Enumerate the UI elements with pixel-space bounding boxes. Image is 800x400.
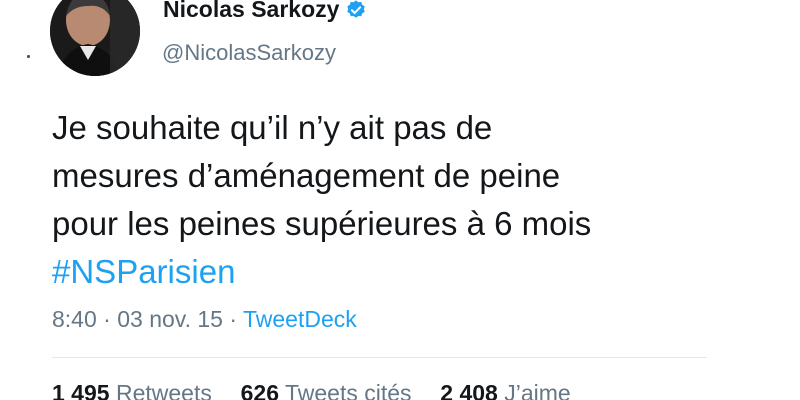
meta-separator: ·: [103, 306, 111, 332]
tweet-time[interactable]: 8:40: [52, 306, 97, 332]
likes-label: J’aime: [504, 380, 571, 400]
display-name[interactable]: Nicolas Sarkozy: [163, 0, 367, 23]
display-name-text: Nicolas Sarkozy: [163, 0, 340, 22]
retweets-count: 1 495: [52, 380, 110, 400]
likes-count: 2 408: [440, 380, 498, 400]
verified-badge-icon: [345, 0, 367, 21]
retweets-label: Retweets: [115, 380, 212, 400]
tweet-date[interactable]: 03 nov. 15: [117, 306, 223, 332]
avatar[interactable]: [50, 0, 140, 76]
image-artifact-dot: [27, 55, 30, 58]
retweets-stat[interactable]: 1 495 Retweets: [52, 380, 218, 400]
avatar-photo-icon: [50, 0, 140, 76]
likes-stat[interactable]: 2 408 J’aime: [440, 380, 570, 400]
divider: [52, 357, 707, 358]
tweet-text-line: pour les peines supérieures à 6 mois: [52, 205, 592, 242]
tweet-source-link[interactable]: TweetDeck: [243, 306, 357, 332]
tweet-text-line: Je souhaite qu’il n’y ait pas de: [52, 109, 493, 146]
user-handle[interactable]: @NicolasSarkozy: [162, 40, 336, 66]
tweet-card: Nicolas Sarkozy @NicolasSarkozy Je souha…: [0, 0, 800, 400]
quotes-stat[interactable]: 626 Tweets cités: [241, 380, 418, 400]
tweet-text: Je souhaite qu’il n’y ait pas de mesures…: [52, 104, 752, 296]
quotes-label: Tweets cités: [284, 380, 412, 400]
tweet-meta: 8:40 · 03 nov. 15 · TweetDeck: [52, 306, 357, 333]
meta-separator: ·: [229, 306, 237, 332]
tweet-stats: 1 495 Retweets 626 Tweets cités 2 408 J’…: [52, 380, 571, 400]
hashtag-link[interactable]: #NSParisien: [52, 248, 752, 296]
tweet-text-line: mesures d’aménagement de peine: [52, 157, 561, 194]
quotes-count: 626: [240, 380, 279, 400]
